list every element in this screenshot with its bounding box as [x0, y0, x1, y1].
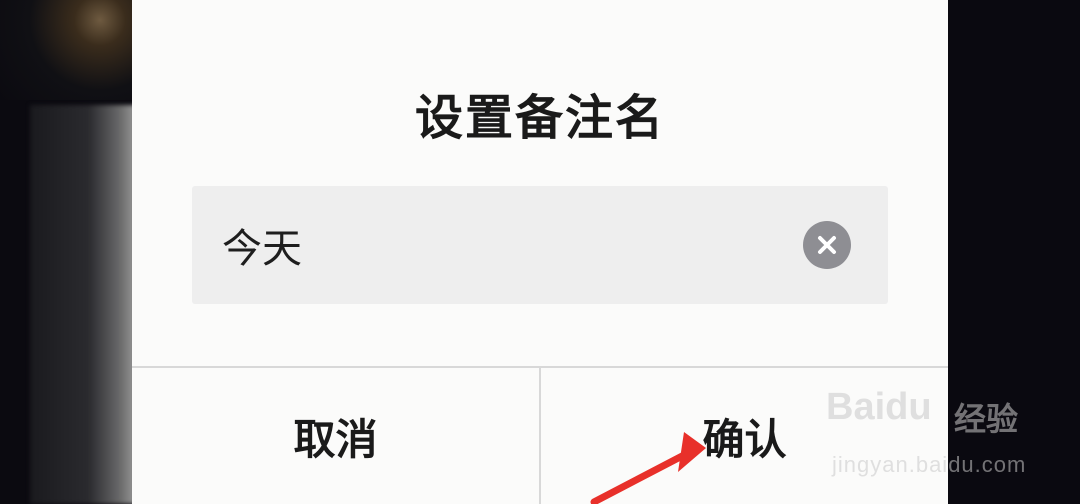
- watermark-text: 经验: [954, 400, 1019, 438]
- background-photo: [0, 0, 132, 100]
- dialog-title: 设置备注名: [414, 90, 665, 146]
- remark-name-input[interactable]: 今天: [192, 186, 888, 304]
- watermark-logo: Baidu: [826, 386, 932, 428]
- watermark-url: jingyan.baidu.com: [832, 452, 1027, 477]
- background-blur-strip: [30, 105, 136, 504]
- input-value[interactable]: 今天: [222, 216, 302, 274]
- red-arrow-icon: [590, 432, 706, 504]
- cancel-button[interactable]: 取消: [132, 368, 539, 504]
- baidu-jingyan-watermark: Baidu 经验 jingyan.baidu.com: [826, 386, 1026, 480]
- clear-icon[interactable]: [803, 221, 851, 269]
